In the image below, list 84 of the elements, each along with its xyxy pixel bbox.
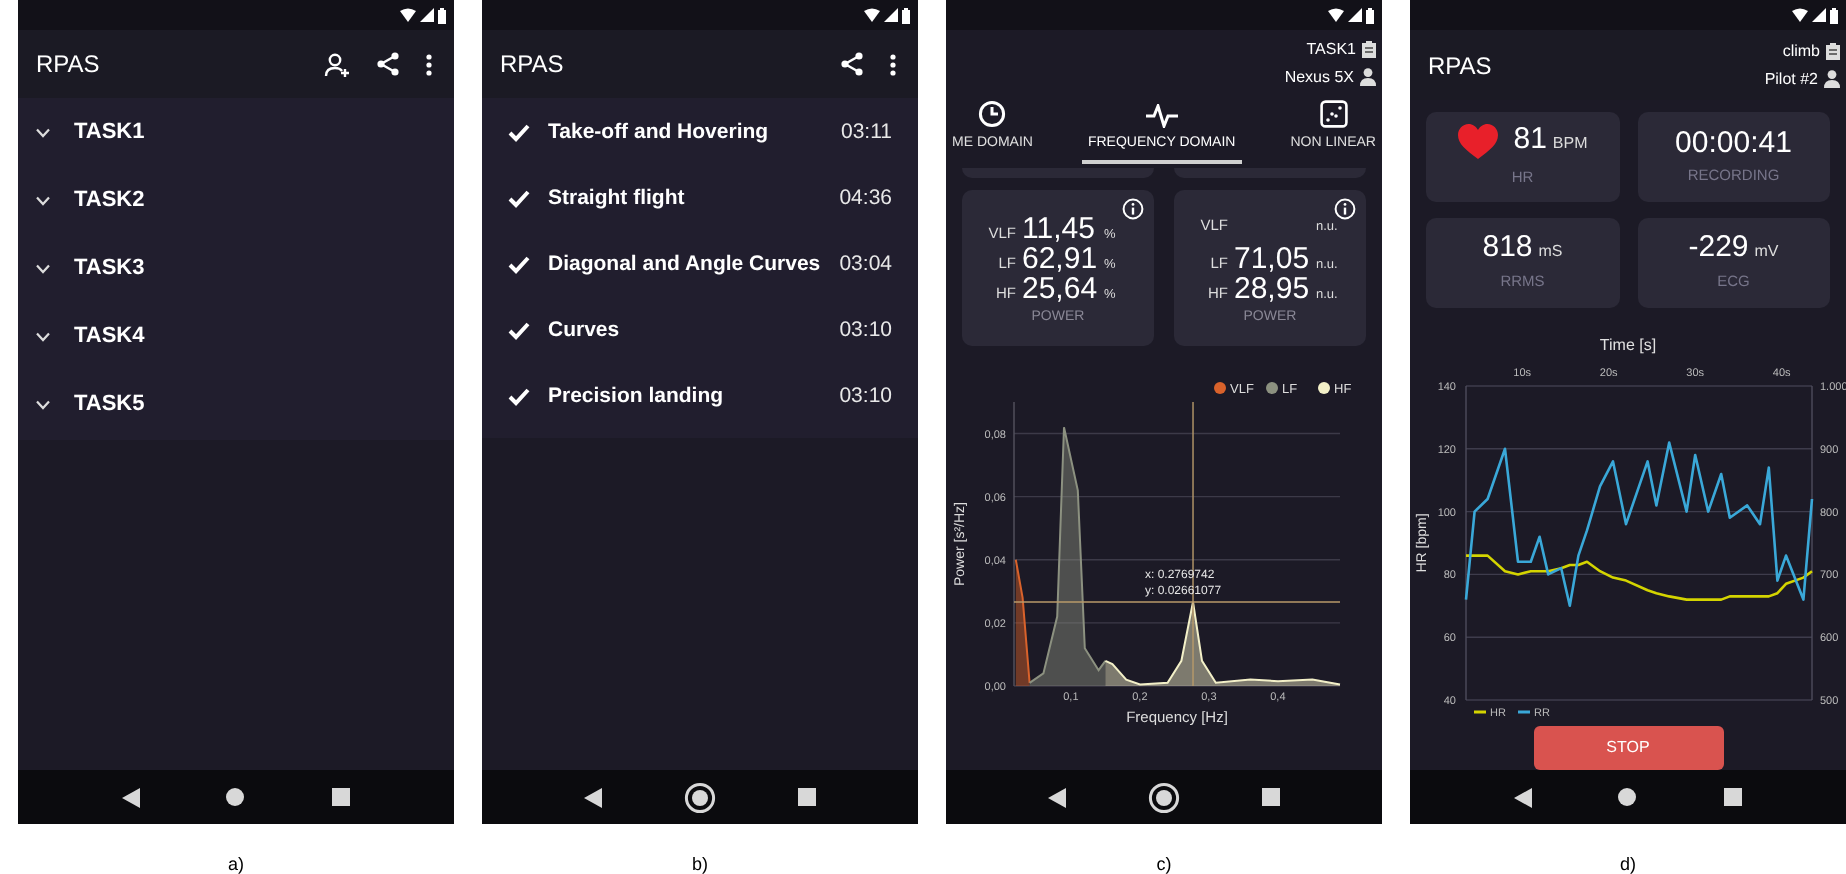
chevron-down-icon <box>36 195 50 205</box>
task-name: Precision landing <box>548 381 726 412</box>
task-duration: 03:04 <box>839 249 892 280</box>
recent-apps-icon[interactable] <box>798 788 817 806</box>
more-options-icon[interactable] <box>426 53 432 75</box>
task-item[interactable]: TASK3 <box>18 234 454 302</box>
signal-icon <box>1812 8 1826 22</box>
person-icon <box>1360 68 1376 86</box>
task-name: Straight flight <box>548 183 687 214</box>
metric-value: 62,91 <box>1022 244 1098 275</box>
pulse-icon <box>1145 103 1178 127</box>
task-name: Diagonal and Angle Curves <box>548 249 822 280</box>
metric-value: 28,95 <box>1234 274 1310 305</box>
wifi-icon <box>864 8 880 22</box>
scatter-plot-icon <box>1319 99 1348 127</box>
figure-caption: a) <box>227 854 244 874</box>
back-icon[interactable] <box>1047 787 1066 807</box>
task-item[interactable]: TASK5 <box>18 370 454 438</box>
metric-value: 81 <box>1513 124 1547 155</box>
app-title: RPAS <box>500 48 564 82</box>
app-title: RPAS <box>1428 49 1492 83</box>
back-icon[interactable] <box>583 787 602 807</box>
battery-icon <box>1830 7 1838 23</box>
task-duration: 04:36 <box>839 183 892 214</box>
task-duration: 03:11 <box>841 117 892 148</box>
metric-value: -229 <box>1688 232 1749 263</box>
recent-apps-icon[interactable] <box>1724 788 1743 806</box>
signal-icon <box>884 8 898 22</box>
battery-icon <box>438 7 446 23</box>
app-title: RPAS <box>36 48 100 82</box>
chevron-down-icon <box>36 399 50 409</box>
task-duration: 03:10 <box>839 381 892 412</box>
pilot-name: Pilot #2 <box>1764 67 1818 91</box>
home-icon[interactable] <box>1618 788 1637 806</box>
home-icon[interactable] <box>683 781 716 813</box>
figure-caption: b) <box>691 854 708 874</box>
person-icon <box>1824 70 1840 88</box>
battery-icon <box>1366 7 1374 23</box>
heart-icon <box>1457 124 1498 161</box>
metric-value: 71,05 <box>1234 244 1310 275</box>
clock-icon <box>978 99 1007 127</box>
task-name: Curves <box>548 315 622 346</box>
device-name: Nexus 5X <box>1284 65 1354 89</box>
add-person-icon[interactable] <box>324 51 350 77</box>
recent-apps-icon[interactable] <box>332 788 351 806</box>
signal-icon <box>1348 8 1362 22</box>
share-icon[interactable] <box>376 52 400 76</box>
wifi-icon <box>1328 8 1344 22</box>
task-item[interactable]: TASK2 <box>18 166 454 234</box>
back-icon[interactable] <box>121 787 140 807</box>
unit-label: mS <box>1538 240 1563 265</box>
chevron-down-icon <box>36 263 50 273</box>
home-icon[interactable] <box>1147 781 1180 813</box>
chevron-down-icon <box>36 331 50 341</box>
wifi-icon <box>1792 8 1808 22</box>
more-options-icon[interactable] <box>890 53 896 75</box>
task-name: Take-off and Hovering <box>548 117 771 148</box>
unit-label: BPM <box>1552 132 1588 157</box>
info-icon[interactable] <box>1334 198 1356 220</box>
metric-value: 818 <box>1482 232 1533 263</box>
task-duration: 03:10 <box>839 315 892 346</box>
clipboard-icon <box>1826 42 1840 60</box>
metric-value: 00:00:41 <box>1675 127 1792 158</box>
task-name: TASK1 <box>1306 37 1356 61</box>
metric-value: 11,45 <box>1022 214 1097 245</box>
chevron-down-icon <box>36 127 50 137</box>
axis-title: Time [s] <box>1599 334 1657 358</box>
back-icon[interactable] <box>1513 787 1532 807</box>
clipboard-icon <box>1362 40 1376 58</box>
share-icon[interactable] <box>840 52 864 76</box>
home-icon[interactable] <box>226 788 245 806</box>
info-icon[interactable] <box>1122 198 1144 220</box>
metric-value: 25,64 <box>1022 274 1098 305</box>
task-name: climb <box>1782 39 1820 63</box>
signal-icon <box>420 8 434 22</box>
stop-button[interactable]: STOP <box>1533 726 1723 770</box>
figure-caption: d) <box>1619 854 1636 874</box>
unit-label: mV <box>1754 240 1779 265</box>
task-item[interactable]: TASK4 <box>18 302 454 370</box>
recent-apps-icon[interactable] <box>1262 788 1281 806</box>
task-item[interactable]: TASK1 <box>18 98 454 166</box>
battery-icon <box>902 7 910 23</box>
figure-caption: c) <box>1156 854 1172 874</box>
wifi-icon <box>400 8 416 22</box>
